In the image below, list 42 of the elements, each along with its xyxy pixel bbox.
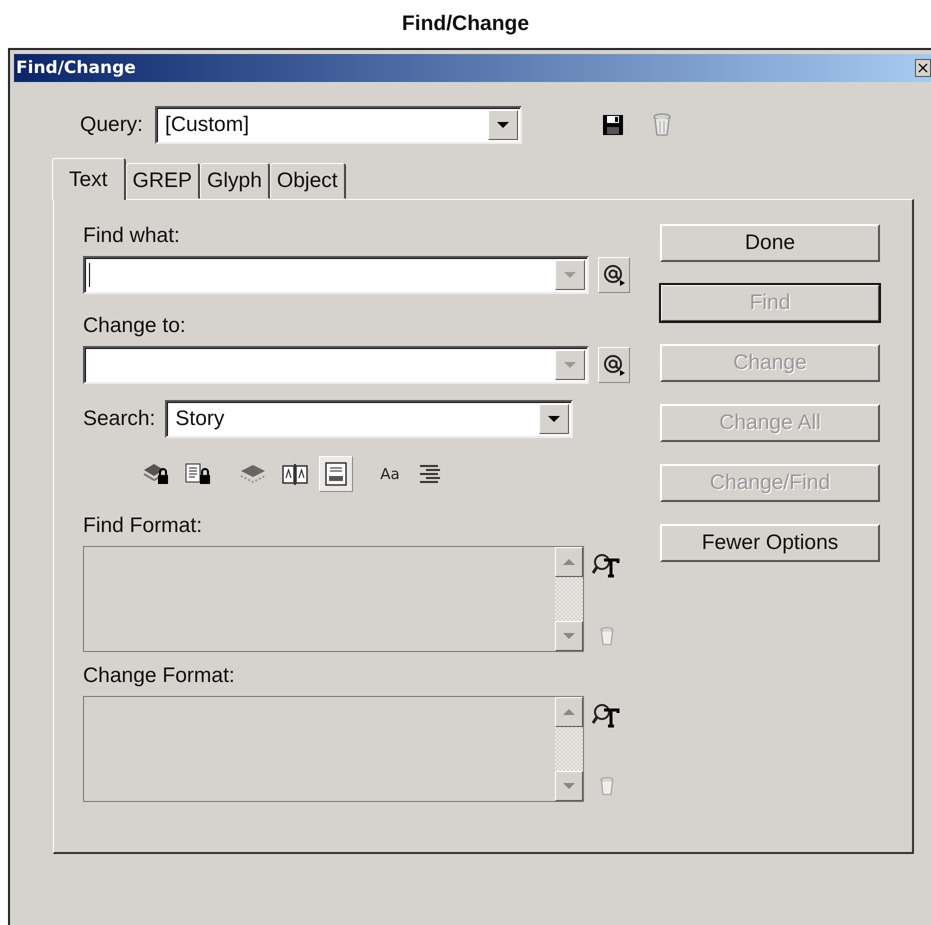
page-caption: Find/Change — [400, 11, 530, 37]
at-sign-icon — [601, 262, 627, 288]
search-dropdown[interactable]: Story — [165, 400, 574, 438]
format-label: Change Format: — [83, 664, 236, 688]
query-dropdown[interactable]: [Custom] — [155, 106, 522, 144]
scroll-down-button[interactable] — [555, 621, 583, 651]
caret-icon — [496, 121, 510, 129]
scroll-up-button[interactable] — [555, 547, 583, 577]
field-label: Change to: — [83, 314, 187, 338]
query-label: Query: — [80, 113, 144, 137]
window-title: Find/Change — [15, 58, 136, 78]
dialog-button[interactable]: Fewer Options — [660, 524, 880, 562]
tab[interactable]: Object — [270, 163, 346, 199]
caret-icon — [563, 271, 577, 279]
special-characters-button[interactable] — [598, 347, 630, 383]
search-label: Search: — [83, 407, 156, 431]
at-sign-icon — [601, 352, 627, 378]
up-arrow-icon — [562, 558, 576, 566]
magnifier-t-icon[interactable] — [592, 552, 622, 580]
scroll-down-button[interactable] — [555, 771, 583, 801]
open-book-icon — [280, 462, 310, 486]
down-arrow-icon — [562, 632, 576, 640]
save-icon[interactable] — [602, 114, 624, 136]
caret-icon — [563, 361, 577, 369]
scroll-up-button[interactable] — [555, 697, 583, 727]
close-button[interactable]: × — [915, 59, 931, 77]
input-field[interactable] — [83, 256, 589, 294]
dialog-button[interactable]: Done — [660, 224, 880, 262]
field-label: Find what: — [83, 224, 181, 248]
input-field[interactable] — [83, 346, 589, 384]
magnifier-t-icon[interactable] — [592, 702, 622, 730]
up-arrow-icon — [562, 708, 576, 716]
tab[interactable]: Glyph — [200, 163, 270, 199]
down-arrow-icon — [562, 782, 576, 790]
caret-icon — [547, 415, 562, 423]
special-characters-button[interactable] — [598, 257, 630, 293]
option-toggle[interactable] — [319, 456, 353, 492]
tab[interactable]: GREP — [126, 163, 200, 199]
case-sensitive-toggle[interactable]: Aa — [373, 456, 407, 492]
format-label: Find Format: — [83, 514, 204, 538]
tab[interactable]: Text — [52, 158, 126, 200]
note-icon — [323, 461, 349, 487]
